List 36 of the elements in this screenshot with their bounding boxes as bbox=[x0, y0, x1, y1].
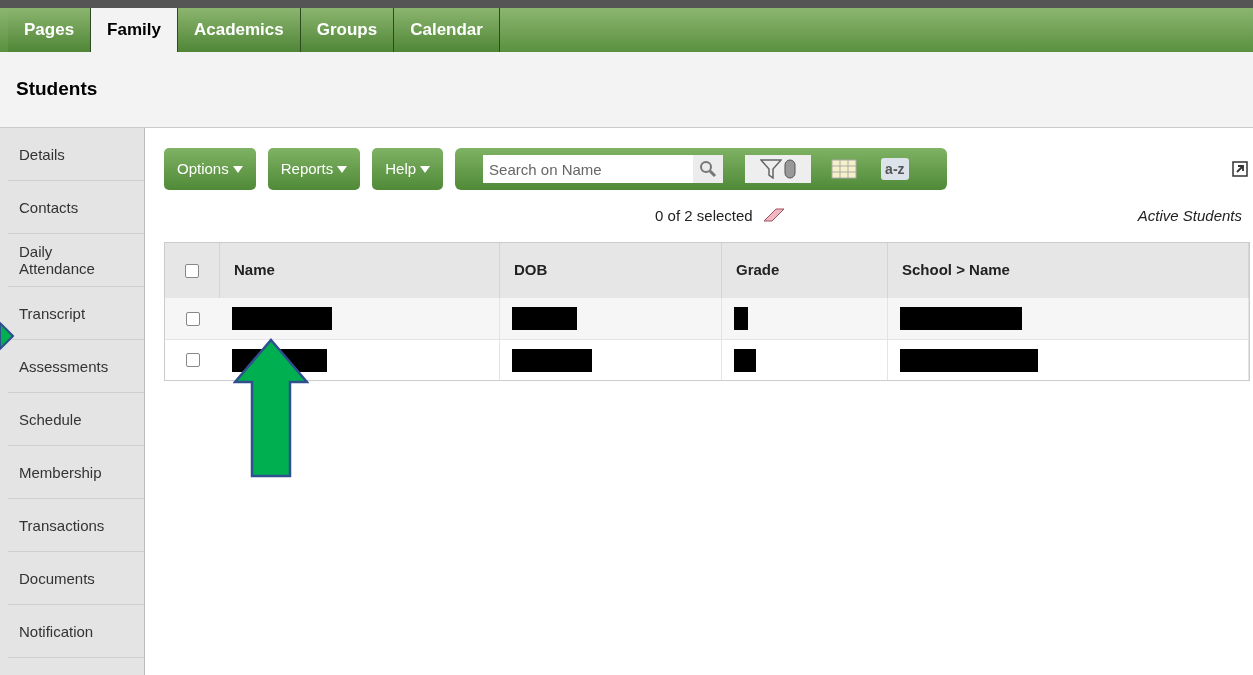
column-header[interactable]: School > Name bbox=[902, 259, 1010, 282]
redacted-block bbox=[734, 307, 748, 330]
column-header[interactable]: DOB bbox=[514, 259, 548, 282]
search-icon bbox=[699, 160, 718, 178]
caret-icon bbox=[232, 165, 243, 173]
selection-count: 0 of 2 selected bbox=[655, 205, 753, 226]
caret-icon bbox=[420, 165, 431, 173]
redacted-block bbox=[512, 307, 577, 330]
row-checkbox[interactable] bbox=[185, 353, 200, 367]
select-all-checkbox[interactable] bbox=[185, 263, 199, 278]
search-button[interactable] bbox=[693, 155, 724, 183]
popout-icon[interactable] bbox=[1232, 161, 1248, 177]
filter-button[interactable] bbox=[745, 155, 812, 183]
sidebar-item[interactable]: Membership bbox=[8, 446, 144, 499]
sidebar-item[interactable]: Details bbox=[8, 128, 144, 181]
column-header[interactable]: Grade bbox=[736, 259, 780, 282]
sidebar-item[interactable]: Contacts bbox=[8, 181, 144, 234]
sidebar-item[interactable]: Documents bbox=[8, 552, 144, 605]
columns-icon[interactable] bbox=[831, 159, 858, 179]
sidebar-item[interactable]: Assessments bbox=[8, 340, 144, 393]
filter-icon bbox=[760, 159, 783, 179]
redacted-block bbox=[734, 348, 756, 372]
arrow-annotation bbox=[0, 322, 14, 350]
filter-label: Active Students bbox=[1137, 205, 1243, 226]
search-field[interactable]: Search on Name bbox=[483, 155, 694, 183]
sort-button[interactable]: a-z bbox=[881, 158, 909, 180]
page-title: Students bbox=[16, 77, 98, 102]
column-header[interactable]: Name bbox=[234, 259, 275, 282]
sidebar-item[interactable]: Notification bbox=[8, 605, 144, 658]
sidebar-item[interactable]: Schedule bbox=[8, 393, 144, 446]
sidebar-item[interactable]: Daily Attendance bbox=[8, 234, 144, 287]
nav-tab[interactable]: Family bbox=[91, 8, 178, 52]
cylinder-icon bbox=[784, 159, 797, 179]
caret-icon bbox=[337, 165, 348, 173]
row-checkbox[interactable] bbox=[185, 311, 200, 326]
sidebar-item[interactable]: Transactions bbox=[8, 499, 144, 552]
